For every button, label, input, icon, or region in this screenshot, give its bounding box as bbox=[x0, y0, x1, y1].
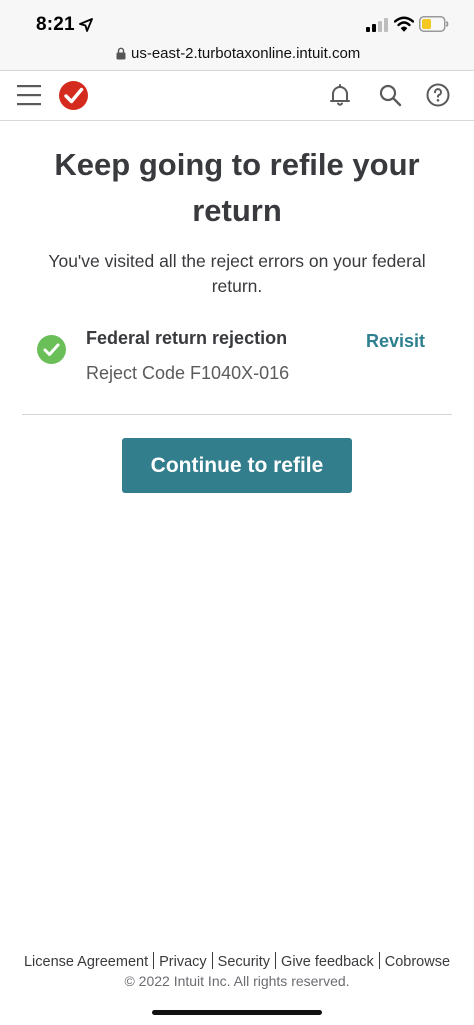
cellular-signal-icon bbox=[366, 18, 388, 32]
status-time: 8:21 bbox=[36, 14, 75, 35]
page-subtitle: You've visited all the reject errors on … bbox=[48, 251, 426, 296]
privacy-link[interactable]: Privacy bbox=[159, 954, 207, 970]
url-bar[interactable]: us-east-2.turbotaxonline.intuit.com bbox=[0, 42, 474, 71]
security-link[interactable]: Security bbox=[218, 954, 270, 970]
lock-icon bbox=[116, 47, 126, 60]
reject-code: Reject Code F1040X-016 bbox=[86, 363, 290, 383]
footer-separator bbox=[153, 952, 155, 969]
turbotax-checkmark-logo-icon[interactable] bbox=[59, 81, 88, 110]
question-circle-icon[interactable] bbox=[426, 83, 450, 107]
footer-separator bbox=[378, 952, 380, 969]
rejection-title: Federal return rejection bbox=[86, 328, 288, 348]
home-indicator bbox=[152, 1010, 322, 1015]
license-agreement-link[interactable]: License Agreement bbox=[24, 954, 148, 970]
location-arrow-icon bbox=[79, 18, 93, 32]
url-text[interactable]: us-east-2.turbotaxonline.intuit.com bbox=[131, 45, 360, 62]
green-check-circle-icon bbox=[37, 335, 66, 364]
continue-to-refile-button[interactable]: Continue to refile bbox=[122, 438, 352, 493]
rejection-row: Federal return rejection Reject Code F10… bbox=[22, 320, 452, 415]
cobrowse-link[interactable]: Cobrowse bbox=[385, 954, 450, 970]
footer-separator bbox=[211, 952, 213, 969]
give-feedback-link[interactable]: Give feedback bbox=[281, 954, 374, 970]
battery-low-icon bbox=[419, 16, 449, 32]
copyright-text: © 2022 Intuit Inc. All rights reserved. bbox=[124, 973, 350, 989]
hamburger-menu-icon[interactable] bbox=[17, 83, 41, 107]
footer-separator bbox=[275, 952, 277, 969]
app-header bbox=[0, 71, 474, 121]
wifi-icon bbox=[394, 16, 414, 32]
status-bar: 8:21 bbox=[0, 0, 474, 42]
search-icon[interactable] bbox=[378, 83, 402, 107]
page-title: Keep going to refile your return bbox=[54, 147, 420, 228]
footer-links: License Agreement Privacy Security Give fee… bbox=[0, 952, 474, 970]
revisit-link[interactable]: Revisit bbox=[366, 331, 425, 352]
bell-icon[interactable] bbox=[328, 83, 352, 107]
